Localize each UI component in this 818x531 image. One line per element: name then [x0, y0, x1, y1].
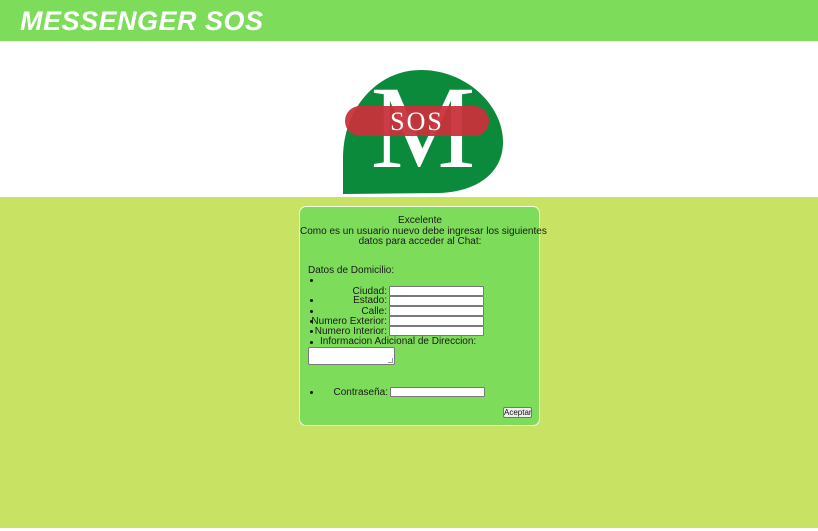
informacion-adicional-label: Informacion Adicional de Direccion: — [320, 336, 477, 347]
section-title: Datos de Domicilio: — [308, 265, 395, 276]
calle-input[interactable] — [389, 306, 484, 316]
aceptar-button[interactable]: Aceptar — [503, 407, 532, 418]
informacion-adicional-textarea[interactable] — [308, 347, 395, 365]
contrasena-input[interactable] — [390, 387, 485, 397]
contrasena-label: Contraseña: — [333, 387, 388, 398]
intro-line-2: datos para acceder al Chat: — [358, 236, 482, 247]
app-title: MESSENGER SOS — [20, 6, 264, 36]
messenger-sos-logo: M SOS — [341, 70, 505, 195]
form-heading: Excelente — [398, 215, 442, 226]
top-bar: MESSENGER SOS — [0, 0, 818, 41]
logo-badge-text: SOS — [390, 107, 444, 136]
estado-input[interactable] — [389, 296, 484, 306]
bullet — [310, 341, 313, 344]
numero-exterior-input[interactable] — [389, 316, 484, 326]
resize-grip-icon[interactable] — [388, 358, 393, 363]
ciudad-input[interactable] — [389, 286, 484, 296]
estado-label: Estado: — [353, 295, 387, 306]
numero-interior-input[interactable] — [389, 326, 484, 336]
bullet — [310, 279, 313, 282]
